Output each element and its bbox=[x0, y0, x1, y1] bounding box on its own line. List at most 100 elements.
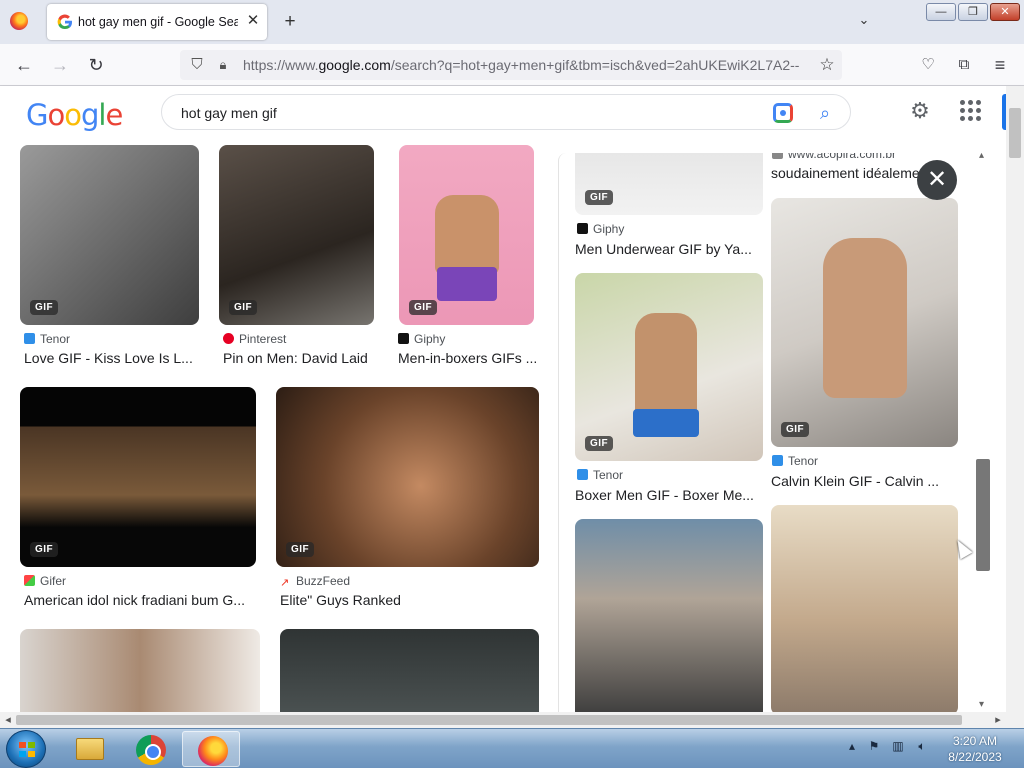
result-source[interactable]: www.acopira.com.br bbox=[772, 153, 896, 161]
menu-icon[interactable]: ≡ bbox=[988, 53, 1012, 77]
page-vertical-scrollbar[interactable] bbox=[1006, 86, 1024, 712]
result-caption[interactable]: Pin on Men: David Laid bbox=[223, 350, 383, 366]
scroll-up-arrow-icon[interactable]: ▴ bbox=[979, 150, 987, 161]
result-image[interactable]: GIF bbox=[575, 153, 763, 215]
search-box[interactable]: hot gay men gif ⌕ bbox=[161, 94, 851, 130]
back-arrow-icon[interactable]: ← bbox=[12, 53, 36, 77]
action-center-flag-icon[interactable]: ⚑ bbox=[866, 739, 882, 757]
clock-date: 8/22/2023 bbox=[948, 750, 1002, 764]
start-button[interactable] bbox=[6, 730, 46, 768]
result-image[interactable] bbox=[20, 629, 260, 712]
result-caption[interactable]: Men Underwear GIF by Ya... bbox=[575, 241, 761, 257]
extensions-icon[interactable]: ⧉ bbox=[952, 53, 976, 77]
close-tab-icon[interactable]: ✕ bbox=[244, 12, 262, 30]
google-lens-icon[interactable] bbox=[773, 103, 793, 123]
search-input[interactable]: hot gay men gif bbox=[181, 105, 277, 121]
gif-badge: GIF bbox=[286, 542, 315, 557]
google-logo-letter: o bbox=[64, 98, 82, 132]
windows-taskbar: ▴ ⚑ ▥ 🔈︎ 3:20 AM 8/22/2023 bbox=[0, 728, 1024, 768]
pinterest-icon bbox=[223, 333, 234, 344]
result-source[interactable]: Tenor bbox=[577, 468, 623, 482]
chevron-down-icon[interactable]: ⌄ bbox=[855, 12, 873, 30]
result-source[interactable]: ↗ BuzzFeed bbox=[280, 574, 350, 589]
clock[interactable]: 3:20 AM 8/22/2023 bbox=[940, 733, 1010, 765]
close-window-button[interactable]: ✕ bbox=[990, 3, 1020, 21]
minimize-button[interactable]: — bbox=[926, 3, 956, 21]
scroll-left-arrow-icon[interactable]: ◂ bbox=[0, 712, 16, 728]
scroll-down-arrow-icon[interactable]: ▾ bbox=[979, 699, 987, 710]
google-logo-letter: e bbox=[105, 98, 123, 132]
giphy-icon bbox=[577, 223, 588, 234]
panel-scroll-thumb[interactable] bbox=[976, 459, 990, 571]
google-favicon-icon bbox=[57, 14, 72, 30]
new-tab-button[interactable]: + bbox=[279, 11, 301, 33]
gif-badge: GIF bbox=[409, 300, 438, 315]
lock-icon[interactable]: 🔒︎ bbox=[215, 55, 231, 75]
result-source[interactable]: Pinterest bbox=[223, 332, 286, 346]
url-bar[interactable]: ⛉ 🔒︎ https://www.google.com/search?q=hot… bbox=[180, 50, 842, 80]
gif-badge: GIF bbox=[30, 300, 59, 315]
volume-muted-icon[interactable]: 🔈︎ bbox=[914, 739, 930, 757]
result-image[interactable] bbox=[771, 505, 958, 712]
result-image[interactable]: GIF bbox=[575, 273, 763, 461]
taskbar-chrome[interactable] bbox=[121, 731, 179, 767]
result-image[interactable]: GIF bbox=[219, 145, 374, 325]
page-horizontal-scrollbar[interactable]: ◂ ▸ bbox=[0, 712, 1024, 728]
close-panel-icon[interactable]: ✕ bbox=[917, 160, 957, 200]
result-source[interactable]: Gifer bbox=[24, 574, 66, 588]
result-image[interactable]: GIF bbox=[20, 387, 256, 567]
gif-badge: GIF bbox=[229, 300, 258, 315]
tab-title: hot gay men gif - Google Search bbox=[78, 15, 238, 29]
result-caption[interactable]: Calvin Klein GIF - Calvin ... bbox=[771, 473, 957, 489]
gif-badge: GIF bbox=[585, 436, 614, 451]
result-caption[interactable]: Love GIF - Kiss Love Is L... bbox=[24, 350, 199, 366]
giphy-icon bbox=[398, 333, 409, 344]
tenor-icon bbox=[577, 469, 588, 480]
browser-tab[interactable]: hot gay men gif - Google Search ✕ bbox=[47, 4, 267, 40]
result-source[interactable]: Tenor bbox=[772, 454, 818, 468]
firefox-icon[interactable] bbox=[10, 12, 28, 30]
result-caption[interactable]: Boxer Men GIF - Boxer Me... bbox=[575, 487, 761, 503]
clock-time: 3:20 AM bbox=[952, 734, 998, 748]
taskbar-explorer[interactable] bbox=[60, 731, 118, 767]
page-scroll-thumb[interactable] bbox=[1009, 108, 1021, 158]
buzzfeed-icon: ↗ bbox=[280, 577, 290, 589]
result-source[interactable]: Giphy bbox=[398, 332, 445, 346]
restore-button[interactable]: ❐ bbox=[958, 3, 988, 21]
bookmark-star-icon[interactable]: ☆ bbox=[816, 54, 838, 76]
taskbar-firefox[interactable] bbox=[182, 731, 240, 767]
gear-icon[interactable]: ⚙ bbox=[907, 98, 933, 124]
result-image[interactable]: GIF bbox=[276, 387, 539, 567]
search-icon[interactable]: ⌕ bbox=[813, 101, 837, 125]
navigation-bar: ← → ↻ ⛉ 🔒︎ https://www.google.com/search… bbox=[0, 44, 1024, 86]
result-caption[interactable]: Men-in-boxers GIFs ... bbox=[398, 350, 538, 366]
network-icon[interactable]: ▥ bbox=[890, 739, 906, 757]
apps-grid-icon[interactable] bbox=[958, 98, 982, 122]
pocket-icon[interactable]: ♡ bbox=[916, 53, 940, 77]
google-logo[interactable]: Google bbox=[26, 98, 123, 132]
result-image[interactable]: GIF bbox=[771, 198, 958, 447]
result-source[interactable]: Giphy bbox=[577, 222, 624, 236]
forward-arrow-icon[interactable]: → bbox=[48, 53, 72, 77]
url-text[interactable]: https://www.google.com/search?q=hot+gay+… bbox=[243, 57, 808, 73]
windows-logo-icon bbox=[19, 742, 35, 757]
result-image[interactable] bbox=[280, 629, 539, 712]
firefox-icon bbox=[198, 736, 228, 766]
reload-icon[interactable]: ↻ bbox=[84, 53, 108, 77]
shield-icon[interactable]: ⛉ bbox=[188, 55, 206, 75]
result-image[interactable] bbox=[575, 519, 763, 712]
show-hidden-icons-icon[interactable]: ▴ bbox=[844, 739, 860, 757]
result-caption[interactable]: American idol nick fradiani bum G... bbox=[24, 592, 254, 608]
result-caption[interactable]: soudainement idéalement bbox=[771, 165, 941, 181]
horizontal-scroll-thumb[interactable] bbox=[16, 715, 962, 725]
result-image[interactable]: GIF bbox=[20, 145, 199, 325]
result-image[interactable]: GIF bbox=[399, 145, 534, 325]
gif-badge: GIF bbox=[585, 190, 614, 205]
result-caption[interactable]: Elite" Guys Ranked bbox=[280, 592, 530, 608]
result-source[interactable]: Tenor bbox=[24, 332, 70, 346]
tenor-icon bbox=[24, 333, 35, 344]
chrome-icon bbox=[136, 735, 166, 765]
panel-scrollbar[interactable]: ▴ ▾ bbox=[976, 150, 990, 710]
scroll-right-arrow-icon[interactable]: ▸ bbox=[990, 712, 1006, 728]
tab-strip: hot gay men gif - Google Search ✕ + ⌄ — … bbox=[0, 0, 1024, 44]
